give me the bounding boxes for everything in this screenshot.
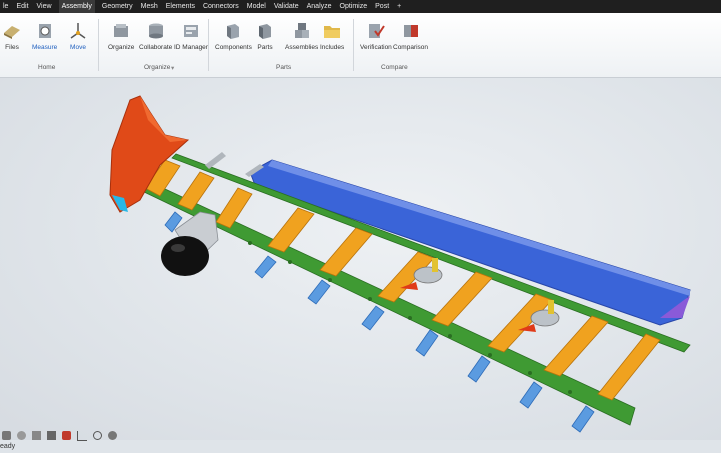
menu-geometry[interactable]: Geometry xyxy=(101,0,134,13)
measure-icon xyxy=(38,24,51,38)
axis-icon[interactable] xyxy=(77,431,87,441)
id-manager-tool[interactable]: ID Manager xyxy=(174,21,208,51)
comparison-label: Comparison xyxy=(393,44,429,51)
wing-model[interactable] xyxy=(0,78,721,440)
id-manager-label: ID Manager xyxy=(174,44,208,51)
graphics-viewport[interactable] xyxy=(0,78,721,440)
menu-validate[interactable]: Validate xyxy=(273,0,300,13)
collaborate-tool[interactable]: Collaborate xyxy=(139,21,172,51)
files-icon xyxy=(4,26,20,39)
folder-icon xyxy=(324,26,341,38)
move-icon xyxy=(70,23,86,39)
menu-edit[interactable]: Edit xyxy=(15,0,29,13)
components-label: Components xyxy=(215,44,252,51)
group-separator xyxy=(98,19,99,71)
assembly-icon xyxy=(294,23,309,38)
menu-model[interactable]: Model xyxy=(246,0,267,13)
probe xyxy=(205,152,226,169)
verification-tool[interactable]: Verification xyxy=(360,21,392,51)
view-cube-icon[interactable] xyxy=(2,431,11,440)
zoom-icon[interactable] xyxy=(93,431,102,440)
shading-icon[interactable] xyxy=(17,431,26,440)
menu-optimize[interactable]: Optimize xyxy=(339,0,369,13)
collaborate-label: Collaborate xyxy=(139,44,173,51)
status-bar: eady xyxy=(0,427,721,453)
status-text: eady xyxy=(0,443,16,450)
ribbon: Files Measure Move Home Organize Collabo… xyxy=(0,13,721,78)
parts-label: Parts xyxy=(257,44,273,51)
parts-group-label: Parts xyxy=(276,64,292,71)
menu-post[interactable]: Post xyxy=(374,0,390,13)
organize-icon xyxy=(114,24,129,37)
menu-analyze[interactable]: Analyze xyxy=(306,0,333,13)
color-icon[interactable] xyxy=(62,431,71,440)
menu-mesh[interactable]: Mesh xyxy=(140,0,159,13)
group-separator xyxy=(353,19,354,71)
settings-icon[interactable] xyxy=(108,431,117,440)
organize-tool[interactable]: Organize xyxy=(108,21,134,51)
files-tool[interactable]: Files xyxy=(2,21,22,51)
section-icon[interactable] xyxy=(47,431,56,440)
compare-group-label: Compare xyxy=(381,64,408,71)
includes-tool[interactable]: Includes xyxy=(320,21,344,51)
assemblies-tool[interactable]: Assemblies xyxy=(285,21,318,51)
menu-assembly[interactable]: Assembly xyxy=(58,0,95,13)
nose-cone[interactable] xyxy=(161,236,209,276)
organize-group-label: Organize xyxy=(144,64,171,71)
visibility-icon[interactable] xyxy=(32,431,41,440)
includes-label: Includes xyxy=(320,44,345,51)
verification-icon xyxy=(368,24,385,38)
chevron-down-icon[interactable]: ▾ xyxy=(171,64,174,72)
part-icon xyxy=(259,24,271,39)
components-tool[interactable]: Components xyxy=(215,21,252,51)
menu-view[interactable]: View xyxy=(36,0,53,13)
move-label: Move xyxy=(70,44,86,51)
component-icon xyxy=(227,24,240,39)
menu-bar: le Edit View Assembly Geometry Mesh Elem… xyxy=(0,0,721,13)
verification-label: Verification xyxy=(360,44,392,51)
move-tool[interactable]: Move xyxy=(68,21,88,51)
view-controls xyxy=(2,431,117,441)
group-separator xyxy=(208,19,209,71)
menu-add-tab[interactable]: + xyxy=(396,0,402,13)
files-label: Files xyxy=(5,44,19,51)
measure-tool[interactable]: Measure xyxy=(32,21,57,51)
database-icon xyxy=(148,23,163,39)
assemblies-label: Assemblies xyxy=(285,44,319,51)
id-manager-icon xyxy=(183,25,198,37)
organize-label: Organize xyxy=(108,44,135,51)
comparison-tool[interactable]: Comparison xyxy=(393,21,428,51)
home-group-label: Home xyxy=(38,64,56,71)
menu-elements[interactable]: Elements xyxy=(165,0,196,13)
menu-file[interactable]: le xyxy=(2,0,9,13)
parts-tool[interactable]: Parts xyxy=(255,21,275,51)
menu-connectors[interactable]: Connectors xyxy=(202,0,240,13)
comparison-icon xyxy=(403,25,418,37)
measure-label: Measure xyxy=(32,44,58,51)
